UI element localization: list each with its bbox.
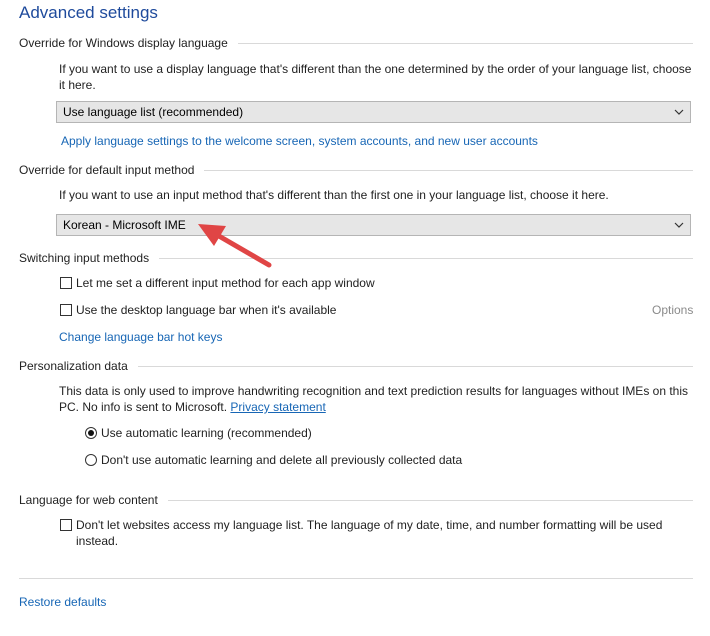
chevron-down-icon [674, 109, 684, 115]
desktop-language-bar-label: Use the desktop language bar when it's a… [76, 303, 337, 317]
section-divider [237, 43, 693, 44]
page-title: Advanced settings [19, 3, 158, 22]
web-language-list-label: Don't let websites access my language li… [76, 518, 663, 548]
select-value: Korean - Microsoft IME [63, 218, 186, 232]
per-app-input-label: Let me set a different input method for … [76, 276, 375, 290]
per-app-input-checkbox[interactable] [60, 277, 72, 289]
section-divider [159, 258, 693, 259]
auto-learning-radio[interactable] [85, 427, 97, 439]
privacy-statement-link[interactable]: Privacy statement [230, 400, 325, 414]
section-label: Language for web content [19, 493, 158, 507]
apply-language-settings-link[interactable]: Apply language settings to the welcome s… [61, 134, 538, 148]
select-value: Use language list (recommended) [63, 105, 244, 119]
display-language-description: If you want to use a display language th… [59, 62, 692, 92]
section-divider [204, 170, 693, 171]
personalization-description: This data is only used to improve handwr… [59, 383, 699, 415]
no-auto-learning-radio[interactable] [85, 454, 97, 466]
input-method-description: If you want to use an input method that'… [59, 188, 609, 202]
section-input-method: Override for default input method [19, 163, 693, 177]
desktop-language-bar-checkbox[interactable] [60, 304, 72, 316]
no-auto-learning-label: Don't use automatic learning and delete … [101, 453, 463, 467]
section-label: Switching input methods [19, 251, 150, 265]
section-switching-input-methods: Switching input methods [19, 251, 693, 265]
change-hot-keys-link[interactable]: Change language bar hot keys [59, 330, 222, 344]
section-divider [167, 500, 693, 501]
section-personalization-data: Personalization data [19, 359, 693, 373]
section-label: Override for default input method [19, 163, 195, 177]
radio-selected-dot [88, 430, 94, 436]
footer-divider [19, 578, 693, 579]
display-language-select[interactable]: Use language list (recommended) [56, 101, 691, 123]
personalization-text: This data is only used to improve handwr… [59, 384, 689, 414]
web-language-list-checkbox[interactable] [60, 519, 72, 531]
chevron-down-icon [674, 222, 684, 228]
options-link[interactable]: Options [652, 303, 693, 317]
section-label: Personalization data [19, 359, 128, 373]
input-method-select[interactable]: Korean - Microsoft IME [56, 214, 691, 236]
auto-learning-label: Use automatic learning (recommended) [101, 426, 312, 440]
section-label: Override for Windows display language [19, 36, 228, 50]
restore-defaults-link[interactable]: Restore defaults [19, 595, 106, 609]
section-display-language: Override for Windows display language [19, 36, 693, 50]
section-web-content: Language for web content [19, 493, 693, 507]
section-divider [137, 366, 693, 367]
